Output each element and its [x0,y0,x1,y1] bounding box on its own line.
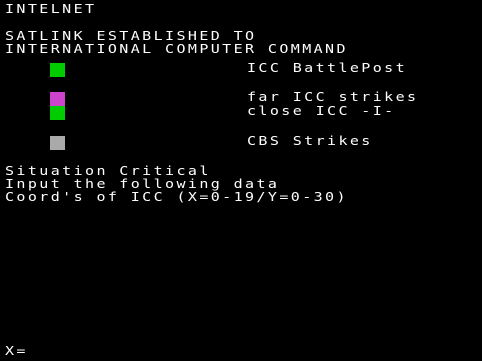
status-line2: Input the following data [5,176,280,192]
status-line3: Coord's of ICC (X=0-19/Y=0-30) [5,189,348,205]
x-coordinate-input[interactable] [29,346,150,359]
battlepost-legend-swatch [50,63,65,77]
game-screen: INTELNET SATLINK ESTABLISHED TO INTERNAT… [0,0,482,361]
far-strikes-legend-swatch [50,92,65,106]
cbs-strikes-legend-label: CBS Strikes [247,133,373,149]
cbs-strikes-legend-swatch [50,136,65,150]
header-title: INTELNET [5,1,97,17]
close-icc-legend-label: close ICC -I- [247,103,396,119]
x-coordinate-prompt-label: X= [5,343,28,359]
far-strikes-legend-label: far ICC strikes [247,89,419,105]
coordinate-prompt-row: X= [5,343,150,359]
satlink-message-line2: INTERNATIONAL COMPUTER COMMAND [5,41,348,57]
battlepost-legend-label: ICC BattlePost [247,60,408,76]
status-line1: Situation Critical [5,163,211,179]
close-icc-legend-swatch [50,106,65,120]
satlink-message-line1: SATLINK ESTABLISHED TO [5,28,257,44]
